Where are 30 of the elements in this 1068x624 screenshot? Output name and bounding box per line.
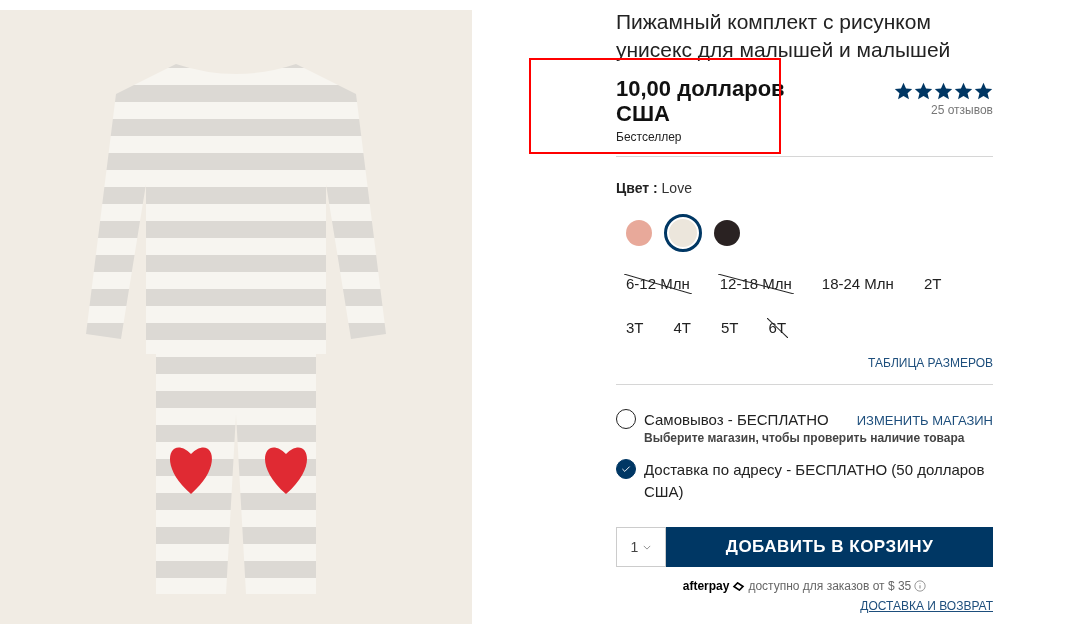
color-label: Цвет : (616, 180, 658, 196)
product-title: Пижамный комплект с рисунком унисекс для малышей и малышей (616, 9, 952, 63)
color-swatch[interactable] (714, 220, 740, 246)
afterpay-logo: afterpay (682, 579, 730, 593)
quantity-select[interactable]: 1 (616, 527, 666, 567)
delivery-option-label: Доставка по адресу - БЕСПЛАТНО (50 долларов США) (644, 460, 986, 502)
store-hint: Выберите магазин, чтобы проверить наличие товара (644, 431, 966, 445)
color-swatch[interactable] (626, 220, 652, 246)
afterpay-text: доступно для заказов от $ 35 (748, 579, 912, 593)
color-swatch[interactable] (664, 214, 702, 252)
color-value: Love (660, 180, 692, 196)
bestseller-label: Бестселлер (616, 130, 683, 144)
size-option[interactable]: 5T (719, 318, 741, 338)
size-option[interactable]: 6-12 Млн (624, 274, 692, 294)
delivery-option-label: Самовывоз - БЕСПЛАТНО (644, 410, 829, 430)
afterpay-arrows-icon (732, 581, 746, 591)
size-option[interactable]: 12-18 Млн (717, 274, 794, 294)
change-store-link[interactable]: ИЗМЕНИТЬ МАГАЗИН (856, 413, 993, 428)
add-to-cart-button[interactable]: ДОБАВИТЬ В КОРЗИНУ (666, 527, 993, 567)
radio-button[interactable] (616, 459, 636, 479)
shipping-returns-link[interactable]: ДОСТАВКА И ВОЗВРАТ (860, 599, 993, 613)
reviews-link[interactable]: 25 отзывов (931, 103, 993, 117)
checkmark-icon (620, 463, 632, 475)
info-icon[interactable] (914, 580, 927, 592)
size-option[interactable]: 2T (921, 274, 944, 294)
chevron-down-icon (643, 544, 652, 550)
size-option[interactable]: 3T (624, 318, 646, 338)
size-option[interactable]: 18-24 Млн (819, 274, 896, 294)
size-chart-link[interactable]: ТАБЛИЦА РАЗМЕРОВ (868, 356, 993, 370)
size-option[interactable]: 4T (671, 318, 694, 338)
